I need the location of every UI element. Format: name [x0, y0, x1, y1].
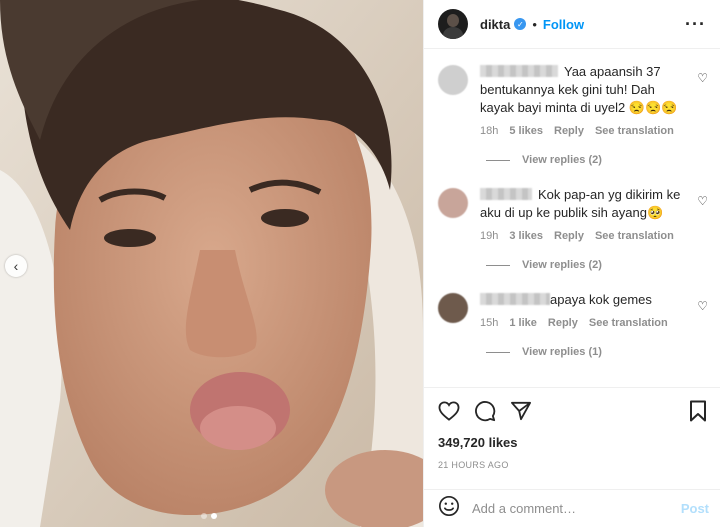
carousel-dot-active — [211, 513, 217, 519]
chevron-left-icon: ‹ — [13, 258, 19, 274]
view-replies-label: View replies (2) — [522, 259, 602, 271]
commenter-avatar[interactable] — [438, 65, 468, 95]
post-actions: 349,720 likes 21 HOURS AGO — [424, 387, 720, 470]
comment: Kok pap-an yg dikirim ke aku di up ke pu… — [438, 186, 708, 242]
comment-like-icon[interactable]: ♡ — [697, 194, 708, 208]
blurred-username — [480, 188, 532, 200]
replies-line — [486, 351, 510, 353]
comment-likes[interactable]: 3 likes — [509, 230, 543, 242]
view-replies-label: View replies (1) — [522, 346, 602, 358]
comment-thread: apaya kok gemes 15h 1 like Reply See tra… — [438, 291, 708, 358]
post-side-panel: dikta ✓ • Follow ··· Yaa apaansih 37 ben… — [423, 0, 720, 527]
carousel-dots — [201, 513, 217, 519]
replies-line — [486, 159, 510, 161]
see-translation-button[interactable]: See translation — [595, 125, 674, 137]
action-icons — [438, 400, 707, 422]
comments-list[interactable]: Yaa apaansih 37 bentukannya kek gini tuh… — [424, 49, 720, 385]
carousel-prev-button[interactable]: ‹ — [5, 255, 27, 277]
separator-dot: • — [532, 16, 537, 32]
commenter-avatar[interactable] — [438, 293, 468, 323]
view-replies-button[interactable]: View replies (2) — [486, 154, 708, 166]
commenter-avatar[interactable] — [438, 188, 468, 218]
post-header: dikta ✓ • Follow ··· — [424, 0, 720, 49]
send-icon[interactable] — [510, 401, 532, 421]
more-horizontal-icon[interactable]: ··· — [685, 14, 706, 35]
comment-time[interactable]: 18h — [480, 125, 498, 137]
replies-line — [486, 264, 510, 266]
reply-button[interactable]: Reply — [554, 125, 584, 137]
username[interactable]: dikta — [480, 17, 510, 32]
comment-time[interactable]: 15h — [480, 317, 498, 329]
comment-thread: Yaa apaansih 37 bentukannya kek gini tuh… — [438, 63, 708, 166]
comment-input[interactable] — [472, 501, 681, 516]
post-comment-button[interactable]: Post — [681, 501, 709, 516]
comment-likes[interactable]: 1 like — [509, 317, 537, 329]
verified-badge-icon: ✓ — [514, 18, 527, 30]
comment: Yaa apaansih 37 bentukannya kek gini tuh… — [438, 63, 708, 137]
blurred-username — [480, 65, 558, 77]
reply-button[interactable]: Reply — [554, 230, 584, 242]
view-replies-label: View replies (2) — [522, 154, 602, 166]
likes-count[interactable]: 349,720 likes — [438, 435, 707, 450]
comment: apaya kok gemes 15h 1 like Reply See tra… — [438, 291, 708, 329]
carousel-dot — [201, 513, 207, 519]
blurred-username — [480, 293, 550, 305]
see-translation-button[interactable]: See translation — [589, 317, 668, 329]
bookmark-icon[interactable] — [689, 400, 707, 422]
heart-icon[interactable] — [438, 401, 460, 421]
selfie-image — [0, 0, 423, 527]
comment-icon[interactable] — [474, 400, 496, 422]
comment-text: apaya kok gemes — [550, 292, 652, 307]
comment-composer: Post — [424, 489, 720, 527]
view-replies-button[interactable]: View replies (2) — [486, 259, 708, 271]
follow-button[interactable]: Follow — [543, 17, 584, 32]
emoji-icon[interactable] — [438, 495, 460, 522]
comment-likes[interactable]: 5 likes — [509, 125, 543, 137]
comment-time[interactable]: 19h — [480, 230, 498, 242]
see-translation-button[interactable]: See translation — [595, 230, 674, 242]
avatar[interactable] — [438, 9, 468, 39]
comment-thread: Kok pap-an yg dikirim ke aku di up ke pu… — [438, 186, 708, 271]
comment-like-icon[interactable]: ♡ — [697, 71, 708, 85]
view-replies-button[interactable]: View replies (1) — [486, 346, 708, 358]
post-photo[interactable]: ‹ — [0, 0, 423, 527]
comment-like-icon[interactable]: ♡ — [697, 299, 708, 313]
post-timestamp[interactable]: 21 HOURS AGO — [438, 460, 707, 470]
reply-button[interactable]: Reply — [548, 317, 578, 329]
